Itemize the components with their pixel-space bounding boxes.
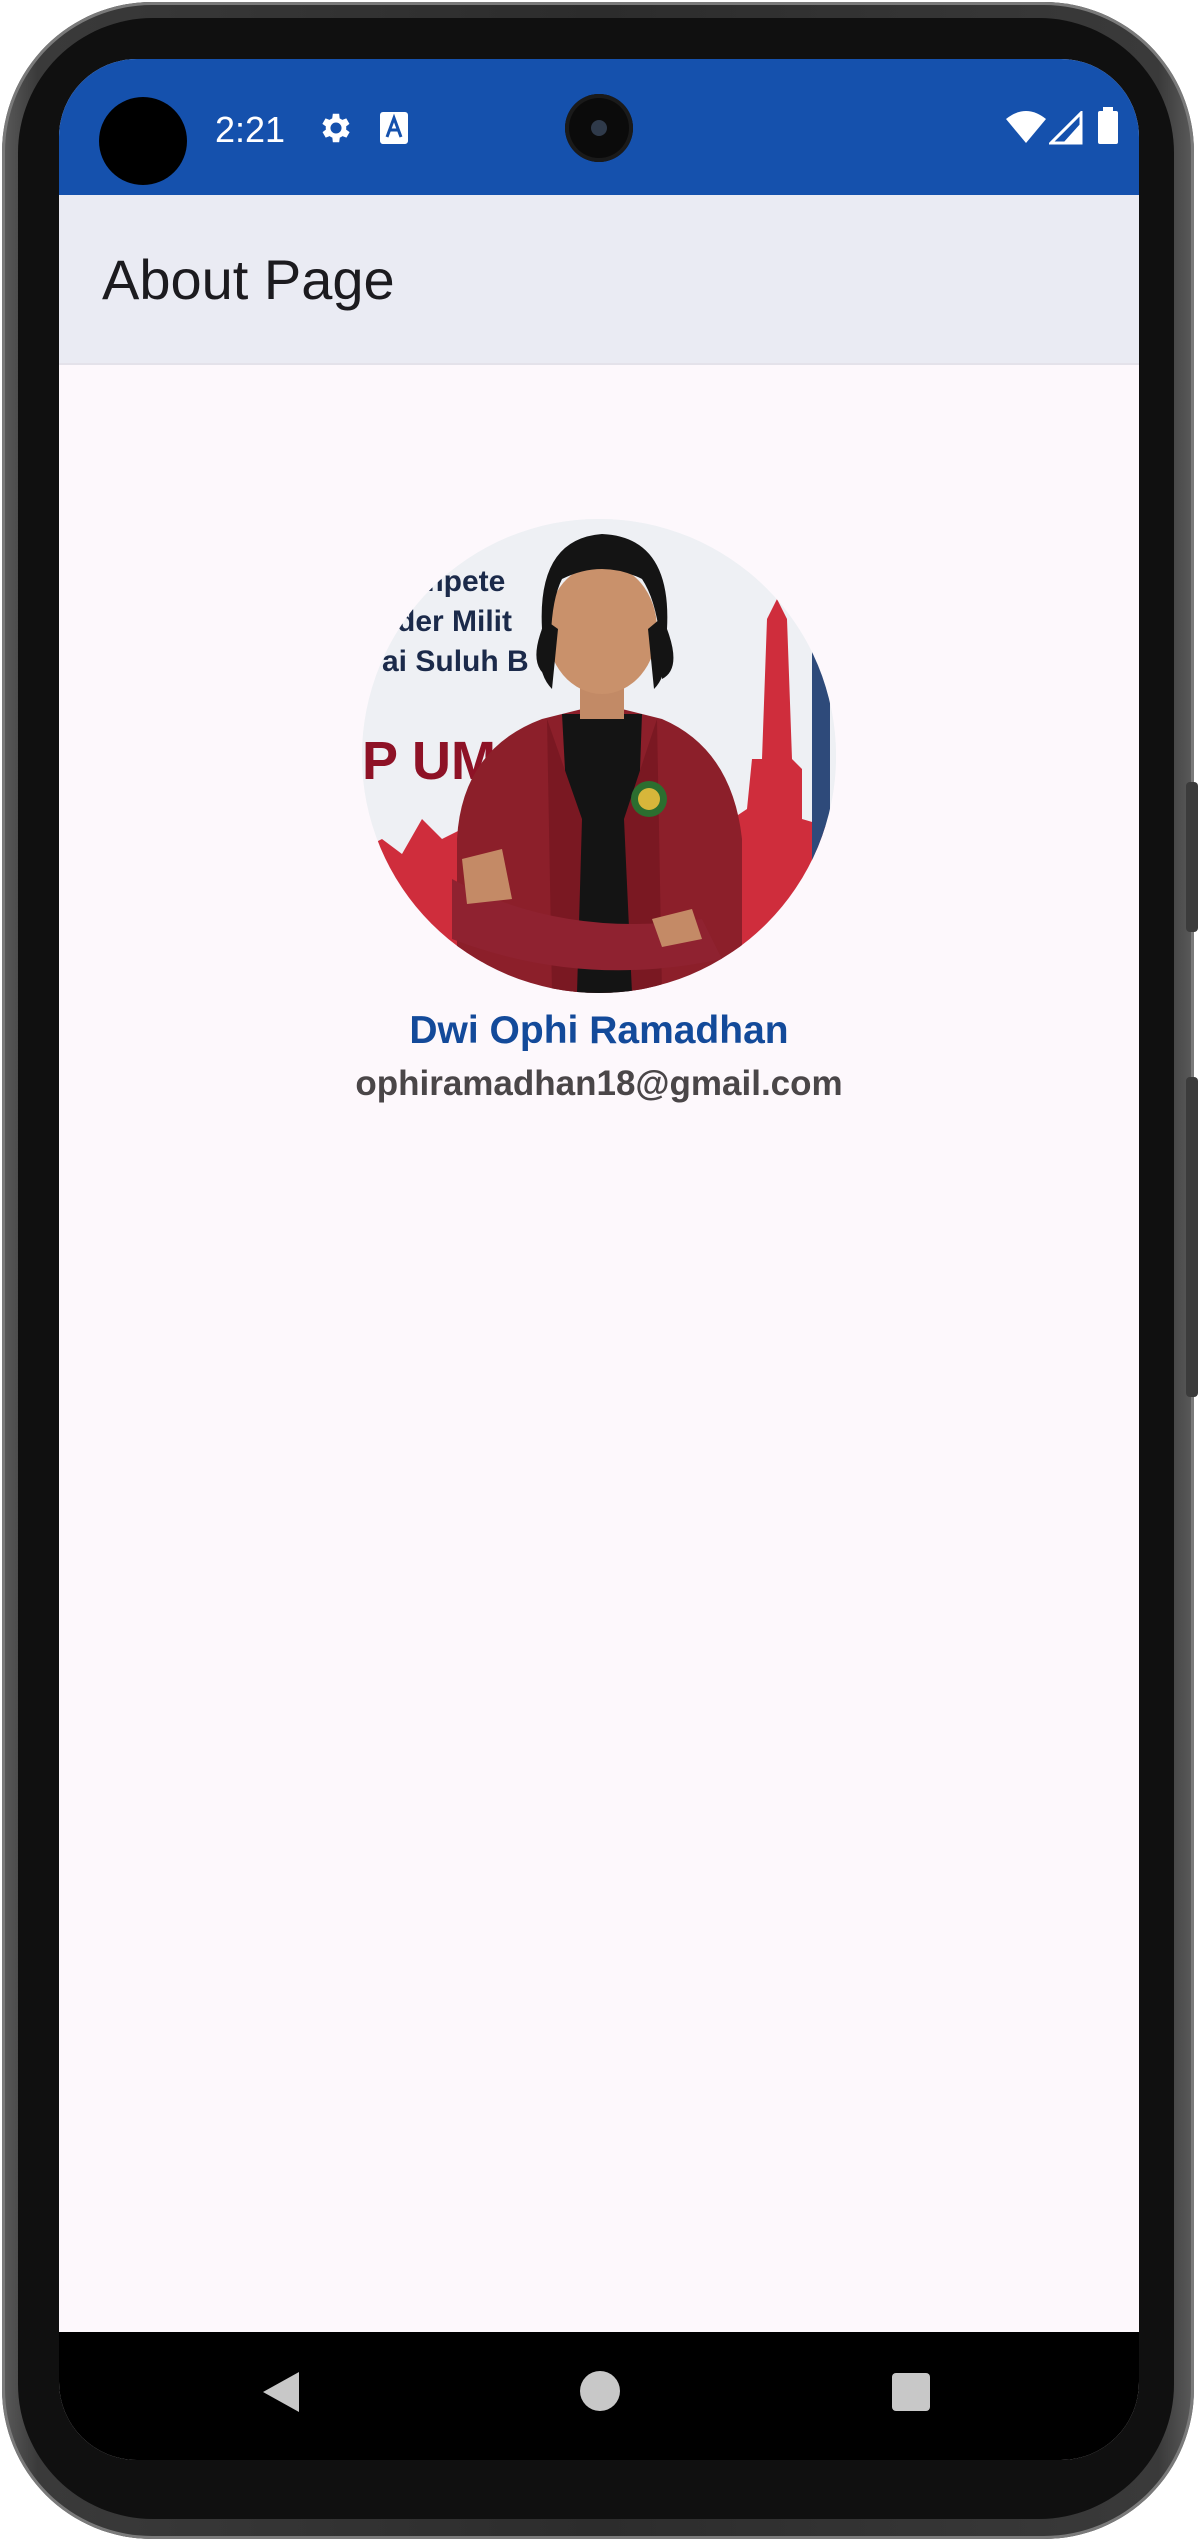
phone-device: 2:21 About Page mpete der Milit ai Suluh… (0, 0, 1200, 2541)
status-time: 2:21 (215, 109, 286, 150)
profile-email: ophiramadhan18@gmail.com (355, 1064, 843, 1103)
banner-text-3: ai Suluh B (382, 645, 529, 678)
back-icon[interactable] (259, 2368, 303, 2421)
recents-icon[interactable] (891, 2372, 931, 2417)
screen: 2:21 About Page mpete der Milit ai Suluh… (59, 59, 1139, 2460)
profile-photo: mpete der Milit ai Suluh B P UM (362, 519, 836, 993)
navigation-bar (59, 2332, 1139, 2460)
app-bar: About Page (59, 195, 1139, 365)
home-icon[interactable] (579, 2370, 621, 2417)
front-camera (565, 94, 633, 162)
profile-name: Dwi Ophi Ramadhan (409, 1009, 789, 1052)
wifi-icon (1005, 111, 1047, 150)
volume-button (1186, 1077, 1198, 1397)
text-a-icon (379, 111, 409, 150)
battery-icon (1097, 107, 1119, 150)
status-bar: 2:21 (59, 59, 1139, 195)
cellular-signal-icon (1047, 109, 1083, 150)
power-button (1186, 782, 1198, 932)
banner-text-1: mpete (417, 565, 505, 598)
camera-cutout (99, 97, 187, 185)
gear-icon (317, 109, 355, 152)
page-title: About Page (102, 248, 395, 311)
banner-text-2: der Milit (397, 605, 512, 638)
